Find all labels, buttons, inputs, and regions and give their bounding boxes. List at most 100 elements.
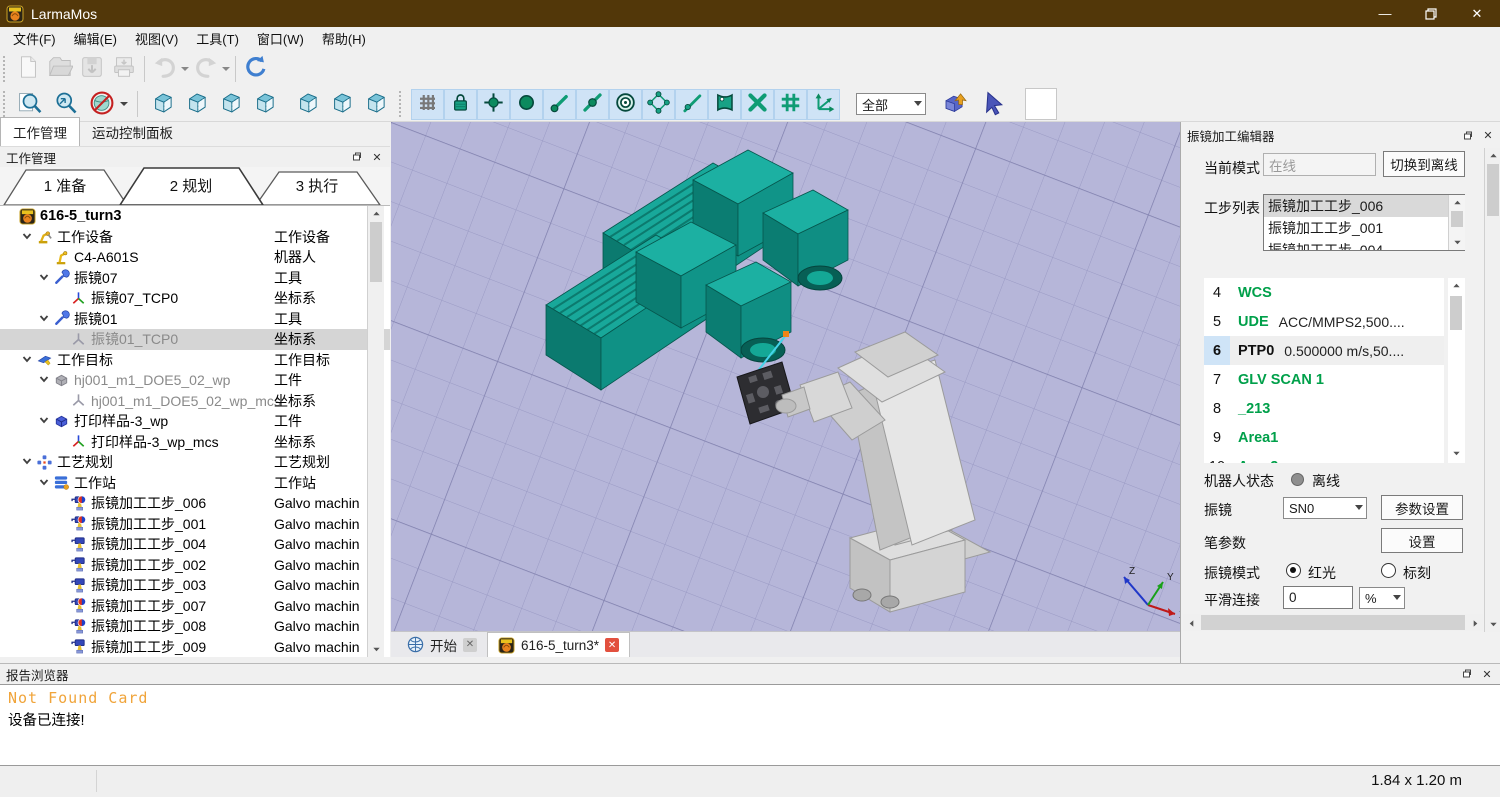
view-top-button[interactable] [215,89,247,119]
select-solid-button[interactable] [938,87,974,121]
zoom-fit-page-button[interactable] [13,88,47,120]
chevron-down-icon[interactable] [38,312,52,326]
view-left-button[interactable] [360,89,392,119]
tree-row[interactable]: 打印样品-3_wp_mcs坐标系 [0,432,390,453]
galvo-gear-button[interactable] [1025,88,1057,120]
tree-row[interactable]: hj001_m1_DOE5_02_wp工件 [0,370,390,391]
snap-lattice-button[interactable] [774,89,807,120]
tree-row[interactable]: C4-A601S机器人 [0,247,390,268]
snap-center-button[interactable] [477,89,510,120]
program-row[interactable]: 10Area2 [1204,452,1444,463]
tree-row[interactable]: 工作站工作站 [0,473,390,494]
chevron-down-icon[interactable] [21,230,35,244]
program-scrollbar[interactable] [1448,278,1465,463]
tree-row[interactable]: 振镜加工工步_009Galvo machin [0,637,390,658]
snap-face-button[interactable] [708,89,741,120]
switch-offline-button[interactable]: 切换到离线 [1383,151,1465,177]
tree-row[interactable]: hj001_m1_DOE5_02_wp_mcs坐标系 [0,391,390,412]
viewport-3d[interactable]: X Y Z [391,122,1180,631]
program-row[interactable]: 9Area1 [1204,423,1444,452]
tree-row[interactable]: 振镜07_TCP0坐标系 [0,288,390,309]
report-float-icon[interactable] [1460,667,1474,681]
menu-item-tools[interactable]: 工具(T) [187,26,248,51]
view-bottom-button[interactable] [326,89,358,119]
view-back-button[interactable] [292,89,324,119]
snap-grid-button[interactable] [411,89,444,120]
report-browser-body[interactable]: Not Found Card 设备已连接! [0,684,1500,766]
hscroll-left-icon[interactable] [1183,616,1199,631]
program-row[interactable]: 6PTP00.500000 m/s,50.... [1204,336,1444,365]
refresh-button[interactable] [241,54,271,84]
restore-button[interactable] [1408,0,1454,27]
chevron-down-icon[interactable] [38,373,52,387]
view-right-button[interactable] [249,89,281,119]
snap-intersection-button[interactable] [741,89,774,120]
tab-execute-label[interactable]: 3 执行 [254,175,380,196]
undo-dropdown-caret-icon[interactable] [181,54,190,84]
tree-row[interactable]: 工艺规划工艺规划 [0,452,390,473]
minimize-button[interactable]: — [1362,0,1408,27]
tree-scroll-up-icon[interactable] [368,206,384,221]
snap-concentric-button[interactable] [609,89,642,120]
smooth-input[interactable]: 0 [1283,586,1353,609]
select-cursor-button[interactable] [976,87,1012,121]
tree-row[interactable]: 振镜加工工步_001Galvo machin [0,514,390,535]
step-list-item[interactable]: 振镜加工工步_006 [1264,195,1464,217]
redo-dropdown-caret-icon[interactable] [222,54,231,84]
tree-row[interactable]: 工作设备工作设备 [0,227,390,248]
display-off-button[interactable] [85,88,119,120]
program-row[interactable]: 4WCS [1204,278,1444,307]
tree-row[interactable]: 616-5_turn3 [0,206,390,227]
program-scroll-up-icon[interactable] [1448,278,1464,293]
menu-item-help[interactable]: 帮助(H) [313,26,375,51]
radio-marking[interactable] [1381,563,1396,578]
snap-midpoint-button[interactable] [576,89,609,120]
snap-tangent-button[interactable] [675,89,708,120]
viewport-tab-close-icon[interactable]: ✕ [605,638,619,652]
steplist-scroll-up-icon[interactable] [1449,195,1465,210]
snap-endpoint-button[interactable] [543,89,576,120]
snap-filter-select[interactable]: 全部 [856,93,926,115]
hscroll-thumb[interactable] [1201,615,1465,630]
zoom-window-button[interactable] [49,88,83,120]
radio-red-light-label[interactable]: 红光 [1308,563,1336,583]
snap-axis-button[interactable] [807,89,840,120]
param-settings-button[interactable]: 参数设置 [1381,495,1463,520]
chevron-down-icon[interactable] [38,476,52,490]
program-row[interactable]: 7GLV SCAN 1 [1204,365,1444,394]
tree-scroll-thumb[interactable] [370,222,382,282]
tree-scrollbar[interactable] [367,206,384,657]
galvo-panel-close-icon[interactable]: ✕ [1481,129,1495,143]
tab-plan-label[interactable]: 2 规划 [128,175,254,196]
chevron-down-icon[interactable] [38,271,52,285]
view-front-button[interactable] [181,89,213,119]
galvo-hscrollbar[interactable] [1183,614,1483,631]
program-scroll-down-icon[interactable] [1448,446,1464,461]
smooth-unit-select[interactable]: % [1359,587,1405,609]
viewport-tab-close-icon[interactable]: ✕ [463,638,477,652]
tree-scroll-down-icon[interactable] [368,642,384,657]
snap-quadrant-button[interactable] [642,89,675,120]
steplist-scrollbar[interactable] [1448,195,1465,250]
pen-settings-button[interactable]: 设置 [1381,528,1463,553]
report-close-icon[interactable]: ✕ [1480,667,1494,681]
chevron-down-icon[interactable] [38,414,52,428]
menu-item-file[interactable]: 文件(F) [4,26,65,51]
program-row[interactable]: 5UDEACC/MMPS2,500.... [1204,307,1444,336]
panel-float-icon[interactable] [350,150,364,164]
chevron-down-icon[interactable] [21,455,35,469]
close-button[interactable]: ✕ [1454,0,1500,27]
viewport-tab-project[interactable]: 616-5_turn3*✕ [487,632,630,657]
steplist-scroll-down-icon[interactable] [1449,235,1465,250]
galvo-scroll-up-icon[interactable] [1485,148,1500,163]
program-row[interactable]: 8_213 [1204,394,1444,423]
dock-tab-motion-panel[interactable]: 运动控制面板 [80,118,185,146]
radio-marking-label[interactable]: 标刻 [1403,563,1431,583]
snap-lock-button[interactable] [444,89,477,120]
step-list-item[interactable]: 振镜加工工步_004 [1264,239,1464,251]
tree-row[interactable]: 振镜01_TCP0坐标系 [0,329,390,350]
tree-row[interactable]: 振镜加工工步_003Galvo machin [0,575,390,596]
step-list-item[interactable]: 振镜加工工步_001 [1264,217,1464,239]
menu-item-view[interactable]: 视图(V) [126,26,187,51]
dock-tab-work-manager[interactable]: 工作管理 [0,117,80,146]
